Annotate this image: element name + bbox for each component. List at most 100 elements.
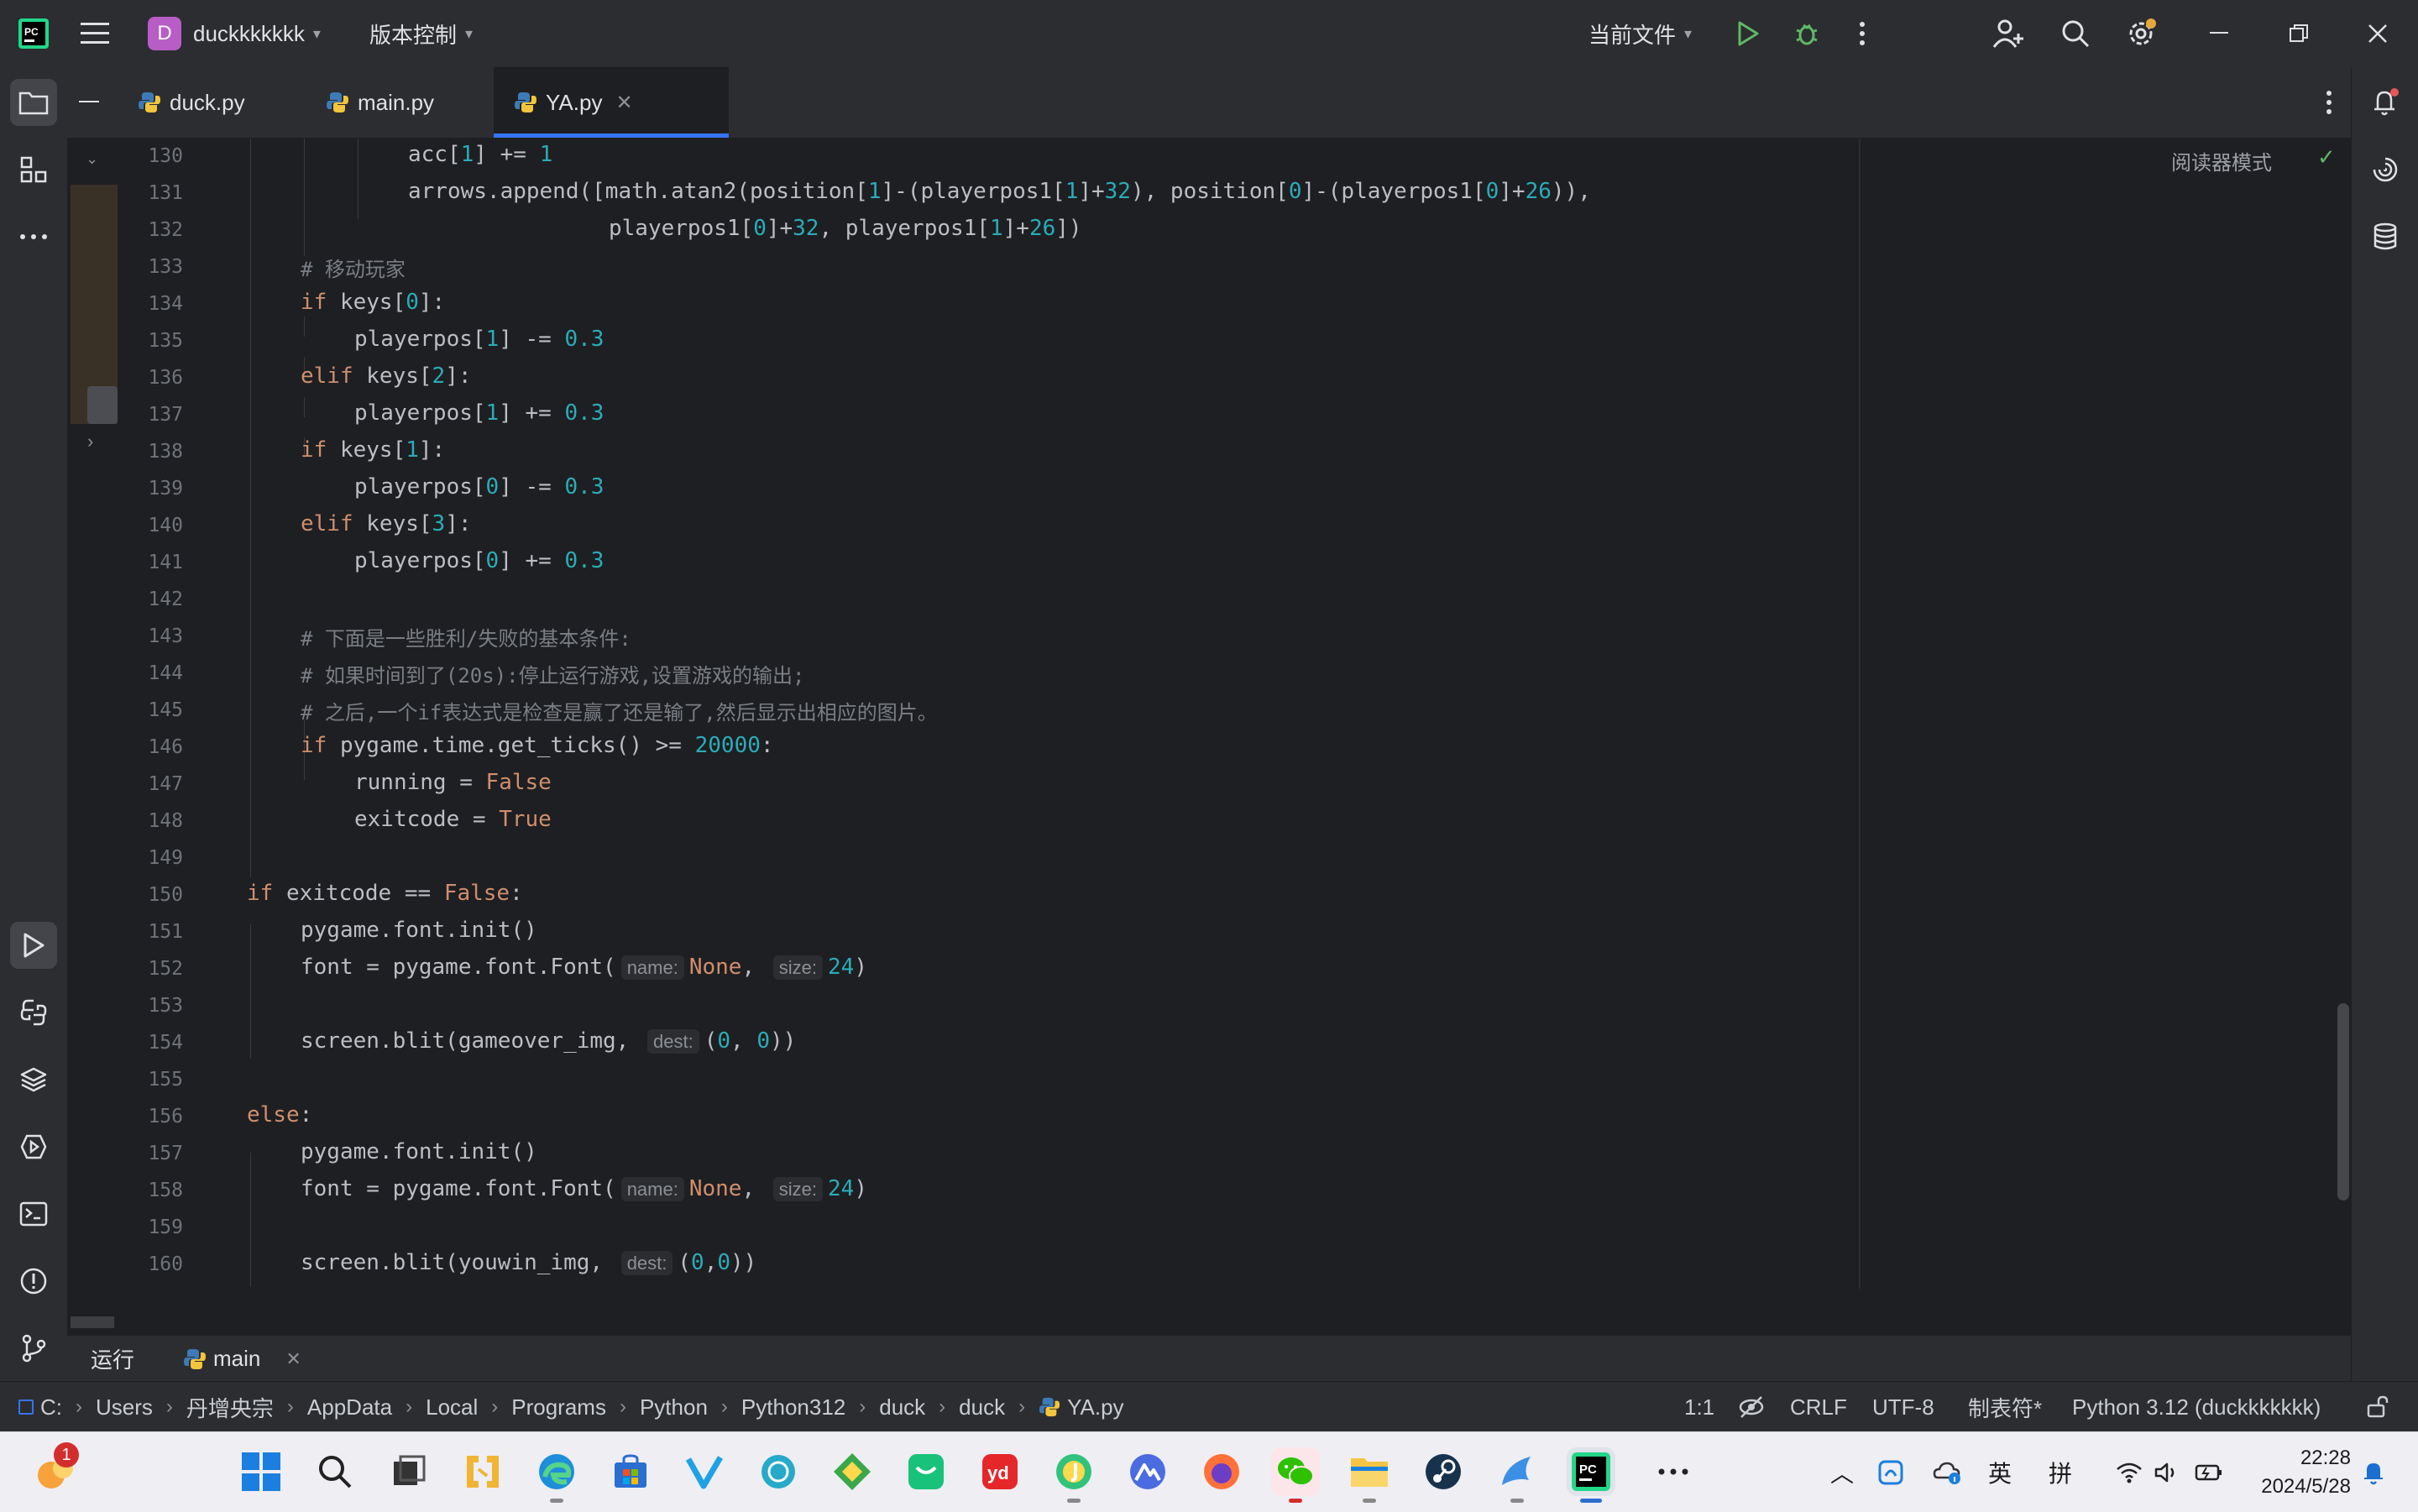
tab-duck-py[interactable]: duck.py xyxy=(138,67,280,138)
app-v-icon[interactable] xyxy=(680,1447,729,1496)
code-token: , xyxy=(741,955,768,980)
battery-charging-icon[interactable] xyxy=(2195,1432,2223,1512)
run-tool-icon[interactable] xyxy=(10,922,57,969)
fold-chevron-down-icon[interactable]: ⌄ xyxy=(86,150,98,168)
indent-guide xyxy=(250,1153,251,1287)
right-tool-strip xyxy=(2351,67,2418,1381)
run-tab-main[interactable]: main ✕ xyxy=(183,1336,301,1382)
more-actions-icon[interactable] xyxy=(1839,10,1886,57)
breadcrumb-item[interactable]: YA.py xyxy=(1067,1394,1123,1420)
ai-assistant-icon[interactable] xyxy=(2362,146,2409,193)
breadcrumb-item[interactable]: Programs xyxy=(511,1394,606,1420)
run-config-selector[interactable]: 当前文件 ▾ xyxy=(1588,0,1692,67)
app-blue-bird-icon[interactable] xyxy=(1493,1447,1541,1503)
python-console-icon[interactable] xyxy=(10,989,57,1036)
structure-icon[interactable] xyxy=(10,146,57,193)
app-bracket-tool-icon[interactable] xyxy=(458,1447,507,1496)
python-interpreter[interactable]: Python 3.12 (duckkkkkkk) xyxy=(2072,1382,2321,1432)
line-separator[interactable]: CRLF xyxy=(1790,1382,1847,1432)
notification-center-bell-icon[interactable] xyxy=(2361,1432,2386,1512)
vcs-menu[interactable]: 版本控制 ▾ xyxy=(369,0,473,67)
code-token: 2 xyxy=(432,364,446,389)
firefox-icon[interactable] xyxy=(1197,1447,1246,1496)
taskbar-search-icon[interactable] xyxy=(311,1447,359,1496)
edge-browser-icon[interactable] xyxy=(532,1447,581,1503)
microsoft-store-icon[interactable] xyxy=(606,1447,655,1496)
minimize-button[interactable] xyxy=(2196,10,2243,57)
breadcrumb-item[interactable]: duck xyxy=(959,1394,1005,1420)
windows-start-icon[interactable] xyxy=(237,1447,285,1496)
readonly-toggle-icon[interactable] xyxy=(1738,1382,1765,1432)
breadcrumb-item[interactable]: C: xyxy=(40,1394,62,1420)
pycharm-taskbar-icon[interactable]: PC xyxy=(1567,1447,1615,1503)
ime-mode-indicator[interactable]: 拼 xyxy=(2049,1432,2072,1512)
main-menu-icon[interactable] xyxy=(81,0,111,67)
search-icon[interactable] xyxy=(2052,10,2099,57)
close-run-tab-icon[interactable]: ✕ xyxy=(285,1348,301,1370)
terminal-icon[interactable] xyxy=(10,1190,57,1237)
system-clock[interactable]: 22:28 2024/5/28 xyxy=(2250,1444,2351,1501)
app-mountain-icon[interactable] xyxy=(1123,1447,1172,1496)
inspection-ok-check-icon[interactable]: ✓ xyxy=(2317,144,2336,170)
task-view-icon[interactable] xyxy=(385,1447,433,1496)
music-app-icon[interactable] xyxy=(1049,1447,1098,1503)
reader-mode-toggle[interactable]: 阅读器模式 xyxy=(2171,146,2272,175)
database-icon[interactable] xyxy=(2362,213,2409,260)
fold-chevron-right-icon[interactable]: › xyxy=(87,431,93,453)
run-button[interactable] xyxy=(1725,10,1772,57)
notifications-bell-icon[interactable] xyxy=(2362,79,2409,126)
code-editor[interactable]: 130 131 132 133 134 135 136 137 138 139 … xyxy=(118,139,2351,1289)
project-folder-icon[interactable] xyxy=(10,79,57,126)
app-globe-icon[interactable] xyxy=(754,1447,803,1496)
tray-app-icon[interactable] xyxy=(1877,1432,1904,1512)
collapse-panel-icon[interactable] xyxy=(69,67,109,138)
breadcrumb-item[interactable]: Local xyxy=(426,1394,478,1420)
close-window-button[interactable] xyxy=(2354,10,2401,57)
git-branch-icon[interactable] xyxy=(10,1325,57,1372)
youdao-dict-icon[interactable]: yd xyxy=(976,1447,1024,1496)
pycharm-logo-icon[interactable]: PC xyxy=(18,0,49,67)
breadcrumb-item[interactable]: AppData xyxy=(307,1394,392,1420)
code-token: False xyxy=(443,881,510,906)
breadcrumb-item[interactable]: 丹增央宗 xyxy=(186,1392,274,1423)
restore-button[interactable] xyxy=(2275,10,2322,57)
horizontal-scrollbar[interactable] xyxy=(71,1316,114,1328)
steam-icon[interactable] xyxy=(1419,1447,1468,1496)
breadcrumb: C: › Users › 丹增央宗 › AppData › Local › Pr… xyxy=(18,1382,1124,1432)
weather-widget-icon[interactable]: 1 xyxy=(30,1442,79,1496)
onedrive-info-icon[interactable] xyxy=(1933,1432,1961,1512)
breadcrumb-item[interactable]: duck xyxy=(879,1394,925,1420)
wechat-icon[interactable] xyxy=(1271,1447,1320,1503)
close-tab-icon[interactable]: ✕ xyxy=(615,91,632,115)
editor-scrollbar[interactable] xyxy=(2337,1003,2349,1201)
debug-button[interactable] xyxy=(1783,10,1830,57)
ime-language-indicator[interactable]: 英 xyxy=(1988,1432,2012,1512)
problems-icon[interactable] xyxy=(10,1258,57,1305)
app-green-chat-icon[interactable] xyxy=(902,1447,950,1496)
project-selector[interactable]: D duckkkkkkk ▾ xyxy=(148,0,321,67)
code-token: if xyxy=(247,881,274,906)
services-icon[interactable] xyxy=(10,1123,57,1170)
volume-icon[interactable] xyxy=(2154,1432,2180,1512)
indent-setting[interactable]: 制表符* xyxy=(1968,1382,2042,1432)
tab-ya-py[interactable]: YA.py ✕ xyxy=(494,67,729,138)
code-comment-133: # 移动玩家 xyxy=(301,258,406,281)
lock-icon[interactable] xyxy=(2366,1382,2389,1432)
file-explorer-icon[interactable] xyxy=(1345,1447,1394,1503)
more-tools-icon[interactable] xyxy=(10,213,57,260)
file-encoding[interactable]: UTF-8 xyxy=(1872,1382,1934,1432)
breadcrumb-item[interactable]: Users xyxy=(96,1394,153,1420)
code-token: if xyxy=(301,290,327,315)
settings-gear-icon[interactable] xyxy=(2117,10,2164,57)
tab-main-py[interactable]: main.py xyxy=(326,67,468,138)
taskbar-overflow-icon[interactable] xyxy=(1649,1447,1698,1496)
wifi-icon[interactable] xyxy=(2116,1432,2143,1512)
python-packages-icon[interactable] xyxy=(10,1056,57,1103)
tab-options-icon[interactable] xyxy=(2314,87,2344,118)
show-hidden-icons-chevron-up-icon[interactable]: ︿ xyxy=(1830,1432,1854,1512)
breadcrumb-item[interactable]: Python312 xyxy=(741,1394,845,1420)
caret-position[interactable]: 1:1 xyxy=(1684,1382,1714,1432)
breadcrumb-item[interactable]: Python xyxy=(640,1394,708,1420)
add-user-icon[interactable] xyxy=(1985,10,2032,57)
app-diamond-icon[interactable] xyxy=(828,1447,877,1496)
